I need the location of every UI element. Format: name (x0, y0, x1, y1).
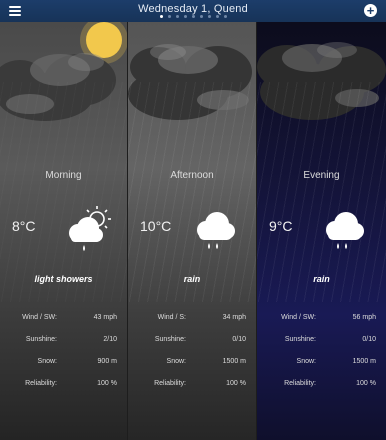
period-label: Morning (45, 170, 82, 181)
detail-row: Snow: 900 m (0, 358, 127, 380)
page-dot[interactable] (183, 15, 187, 18)
detail-label: Wind / SW: (281, 314, 316, 321)
page-title: Wednesday 1, Quend (138, 3, 248, 15)
forecast-panels: Morning 8°C light showers Wind / SW: 43 m… (0, 22, 386, 440)
page-dot[interactable] (207, 15, 211, 18)
cloud-rain-icon (326, 212, 364, 249)
detail-row: Wind / SW: 56 mph (257, 314, 386, 336)
detail-value: 43 mph (93, 314, 117, 321)
panel-afternoon[interactable]: Afternoon 10°C rain Wind / S: 34 mph Suns… (128, 22, 257, 440)
page-dot[interactable] (223, 15, 227, 18)
page-dot[interactable] (215, 15, 219, 18)
rain-effect (257, 82, 386, 302)
detail-value: 100 % (356, 380, 376, 387)
detail-value: 100 % (226, 380, 246, 387)
detail-label: Reliability: (25, 380, 57, 387)
page-dot[interactable] (167, 15, 171, 18)
temperature: 8°C (12, 218, 36, 234)
detail-value: 100 % (97, 380, 117, 387)
detail-list: Wind / S: 34 mph Sunshine: 0/10 Snow: 1500 … (128, 314, 256, 402)
detail-label: Snow: (296, 358, 316, 365)
detail-row: Sunshine: 2/10 (0, 336, 127, 358)
detail-value: 900 m (97, 358, 117, 365)
detail-row: Reliability: 100 % (0, 380, 127, 402)
detail-row: Wind / S: 34 mph (128, 314, 256, 336)
detail-row: Snow: 1500 m (128, 358, 256, 380)
detail-row: Reliability: 100 % (257, 380, 386, 402)
detail-value: 2/10 (103, 336, 117, 343)
detail-list: Wind / SW: 56 mph Sunshine: 0/10 Snow: 1500… (257, 314, 386, 402)
detail-label: Reliability: (154, 380, 186, 387)
detail-label: Wind / S: (157, 314, 186, 321)
page-dot[interactable] (175, 15, 179, 18)
plus-circle-icon[interactable]: + (364, 4, 377, 17)
detail-row: Sunshine: 0/10 (128, 336, 256, 358)
detail-row: Sunshine: 0/10 (257, 336, 386, 358)
temperature: 10°C (140, 218, 172, 234)
detail-label: Snow: (37, 358, 57, 365)
detail-row: Wind / SW: 43 mph (0, 314, 127, 336)
condition-text: rain (183, 274, 201, 284)
cloud-rain-icon (197, 212, 235, 249)
sun-cloud-rain-icon (69, 206, 111, 251)
panel-evening[interactable]: Evening 9°C rain Wind / SW: 56 mph Sunshi… (257, 22, 386, 440)
detail-value: 1500 m (222, 358, 246, 365)
detail-value: 34 mph (222, 314, 246, 321)
temperature: 9°C (269, 218, 293, 234)
detail-list: Wind / SW: 43 mph Sunshine: 2/10 Snow: 900 … (0, 314, 127, 402)
page-dot[interactable] (191, 15, 195, 18)
detail-label: Reliability: (284, 380, 316, 387)
detail-label: Snow: (166, 358, 186, 365)
detail-value: 0/10 (362, 336, 376, 343)
page-dot[interactable] (159, 15, 163, 18)
rain-effect (0, 82, 127, 302)
detail-label: Sunshine: (154, 336, 186, 343)
header-bar: Wednesday 1, Quend + (0, 0, 386, 22)
rain-effect (128, 82, 256, 302)
detail-value: 1500 m (352, 358, 376, 365)
period-label: Afternoon (170, 170, 214, 181)
condition-text: light showers (34, 274, 93, 284)
detail-row: Snow: 1500 m (257, 358, 386, 380)
detail-value: 56 mph (352, 314, 376, 321)
condition-text: rain (313, 274, 330, 284)
panel-morning[interactable]: Morning 8°C light showers Wind / SW: 43 m… (0, 22, 128, 440)
detail-row: Reliability: 100 % (128, 380, 256, 402)
detail-label: Wind / SW: (22, 314, 57, 321)
detail-label: Sunshine: (284, 336, 316, 343)
page-dot[interactable] (199, 15, 203, 18)
page-indicator (0, 15, 386, 18)
period-label: Evening (303, 170, 340, 181)
detail-label: Sunshine: (25, 336, 57, 343)
detail-value: 0/10 (232, 336, 246, 343)
